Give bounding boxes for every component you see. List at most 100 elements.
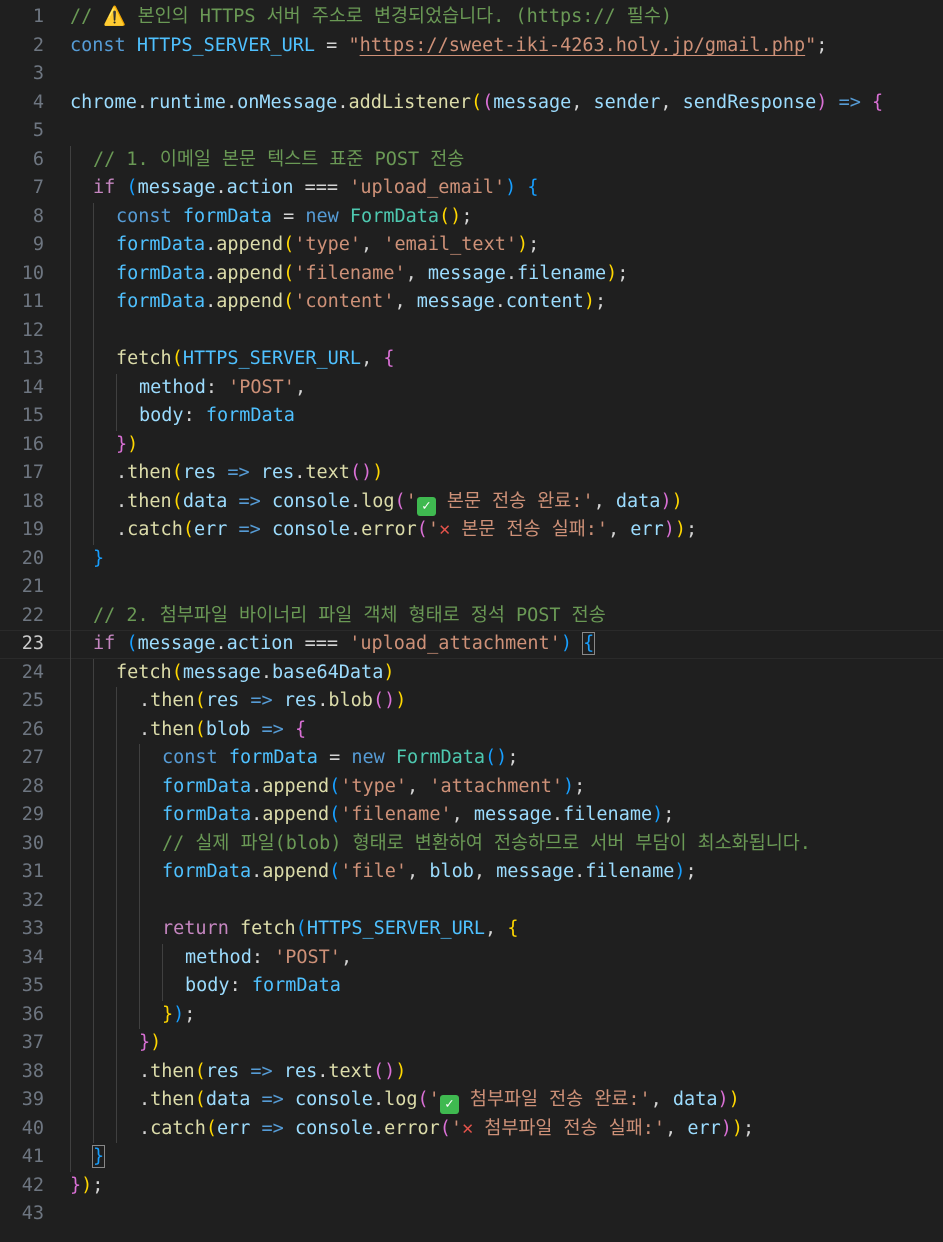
- code-token: formData: [162, 861, 252, 882]
- code-line[interactable]: 37}): [0, 1029, 943, 1058]
- line-number: 29: [21, 804, 44, 825]
- code-line[interactable]: 11 formData.append('content', message.con…: [0, 288, 943, 317]
- code-token: ): [674, 861, 686, 882]
- code-line[interactable]: 15 body: formData: [0, 402, 943, 431]
- code-line[interactable]: 34 method: 'POST',: [0, 944, 943, 973]
- code-token: // 1. 이메일 본문 텍스트 표준 POST 전송: [93, 148, 465, 170]
- code-token: new: [305, 205, 350, 227]
- code-line[interactable]: 3: [0, 60, 943, 89]
- code-token: blob: [205, 718, 251, 740]
- code-line[interactable]: 43: [0, 1200, 943, 1229]
- code-token: }: [70, 1174, 82, 1196]
- code-line[interactable]: 23 if (message.action === 'upload_attachm…: [0, 630, 943, 659]
- code-line[interactable]: 14 method: 'POST',: [0, 374, 943, 403]
- code-token: .: [139, 718, 151, 740]
- code-token: (: [171, 661, 183, 683]
- code-line[interactable]: 42});: [0, 1172, 943, 1201]
- code-line[interactable]: 4 chrome.runtime.onMessage.addListener((m…: [0, 89, 943, 118]
- code-token: =>: [250, 1117, 295, 1139]
- code-line[interactable]: 31 formData.append('file', blob, message.…: [0, 858, 943, 887]
- code-line[interactable]: 28 formData.append('type', 'attachment');: [0, 773, 943, 802]
- code-token: if: [93, 633, 127, 654]
- code-token: const: [116, 205, 183, 227]
- code-token: ===: [293, 633, 350, 654]
- code-token: action: [226, 177, 294, 198]
- code-line[interactable]: 5: [0, 117, 943, 146]
- code-token: (: [329, 804, 341, 825]
- code-token: (: [194, 690, 206, 711]
- code-line[interactable]: 27 const formData = new FormData();: [0, 744, 943, 773]
- code-line[interactable]: 6 // 1. 이메일 본문 텍스트 표준 POST 전송: [0, 146, 943, 175]
- code-line[interactable]: 24 fetch(message.base64Data): [0, 659, 943, 688]
- code-line[interactable]: 16}): [0, 431, 943, 460]
- code-line[interactable]: 40 .catch(err => console.error('✕ 첨부파일 전송…: [0, 1115, 943, 1144]
- code-text: // 실제 파일(blob) 형태로 변환하여 전송하므로 서버 부담이 최소화…: [162, 830, 811, 859]
- warning-icon: ⚠️: [103, 6, 127, 27]
- code-editor[interactable]: 1 // ⚠️ 본인의 HTTPS 서버 주소로 변경되었습니다. (https:…: [0, 0, 943, 1242]
- code-line[interactable]: 12: [0, 317, 943, 346]
- code-token: (: [295, 918, 307, 939]
- code-line[interactable]: 35 body: formData: [0, 972, 943, 1001]
- code-line[interactable]: 33 return fetch(HTTPS_SERVER_URL, {: [0, 915, 943, 944]
- code-token: =: [315, 34, 349, 56]
- code-token: data: [205, 1089, 251, 1110]
- code-token: method: [185, 946, 252, 968]
- cross-mark-icon: ✕: [439, 519, 451, 540]
- code-line[interactable]: 29 formData.append('filename', message.fi…: [0, 801, 943, 830]
- code-token: body: [185, 975, 230, 996]
- code-token: .: [139, 1060, 151, 1082]
- code-line[interactable]: 18 .then(data => console.log(' ✓ 본문 전송 완료:…: [0, 488, 943, 517]
- code-text: method: 'POST',: [139, 374, 306, 403]
- code-line[interactable]: 13 fetch(HTTPS_SERVER_URL, {: [0, 345, 943, 374]
- code-token: err: [630, 519, 664, 540]
- code-token: (: [205, 1117, 217, 1139]
- code-token: (: [329, 775, 341, 797]
- code-token: ': [405, 490, 417, 512]
- code-token: content: [505, 291, 584, 312]
- code-line[interactable]: 7 if (message.action === 'upload_email') …: [0, 174, 943, 203]
- code-line[interactable]: 9 formData.append('type', 'email_text');: [0, 231, 943, 260]
- code-token: message: [473, 804, 552, 825]
- code-text: const HTTPS_SERVER_URL = "https://sweet-…: [70, 32, 827, 61]
- code-token: ): [816, 91, 828, 113]
- code-token: action: [226, 633, 294, 654]
- code-token: (): [372, 1060, 396, 1082]
- code-line[interactable]: 22 // 2. 첨부파일 바이너리 파일 객체 형태로 정석 POST 전송: [0, 602, 943, 631]
- code-token: log: [361, 490, 395, 512]
- code-line[interactable]: 1 // ⚠️ 본인의 HTTPS 서버 주소로 변경되었습니다. (https:…: [0, 3, 943, 32]
- code-token: .: [294, 462, 306, 483]
- code-text: });: [162, 1001, 195, 1030]
- code-text: });: [70, 1172, 103, 1201]
- code-line[interactable]: 32: [0, 887, 943, 916]
- code-token: ;: [617, 262, 629, 284]
- code-token: ,: [405, 262, 428, 284]
- code-line[interactable]: 25 .then(res => res.blob()): [0, 687, 943, 716]
- code-token: (: [471, 91, 483, 113]
- code-line[interactable]: 21: [0, 573, 943, 602]
- code-token: console: [271, 490, 350, 512]
- check-mark-icon: ✓: [439, 1095, 459, 1114]
- line-number: 40: [21, 1117, 44, 1139]
- check-mark-icon: ✓: [416, 496, 436, 516]
- code-line[interactable]: 39 .then(data => console.log(' ✓ 첨부파일 전송 완…: [0, 1086, 943, 1115]
- code-token: (: [439, 1117, 451, 1139]
- code-line[interactable]: 30 // 실제 파일(blob) 형태로 변환하여 전송하므로 서버 부담이 최…: [0, 830, 943, 859]
- code-line[interactable]: 20}: [0, 545, 943, 574]
- code-token: method: [139, 376, 206, 398]
- code-token: ,: [340, 946, 353, 968]
- code-line[interactable]: 36});: [0, 1001, 943, 1030]
- code-line[interactable]: 2 const HTTPS_SERVER_URL = "https://sweet…: [0, 32, 943, 61]
- code-text: .then(res => res.text()): [116, 459, 383, 488]
- code-token: ): [516, 234, 529, 255]
- code-line[interactable]: 38 .then(res => res.text()): [0, 1058, 943, 1087]
- code-line[interactable]: 8 const formData = new FormData();: [0, 203, 943, 232]
- code-token: formData: [251, 975, 341, 996]
- code-line[interactable]: 26 .then(blob => {: [0, 716, 943, 745]
- code-line[interactable]: 19 .catch(err => console.error('✕ 본문 전송 실…: [0, 516, 943, 545]
- line-number: 27: [21, 747, 44, 768]
- code-line[interactable]: 41}: [0, 1143, 943, 1172]
- code-token: append: [262, 861, 330, 882]
- code-token: return: [162, 918, 240, 939]
- code-line[interactable]: 17 .then(res => res.text()): [0, 459, 943, 488]
- code-line[interactable]: 10 formData.append('filename', message.fi…: [0, 260, 943, 289]
